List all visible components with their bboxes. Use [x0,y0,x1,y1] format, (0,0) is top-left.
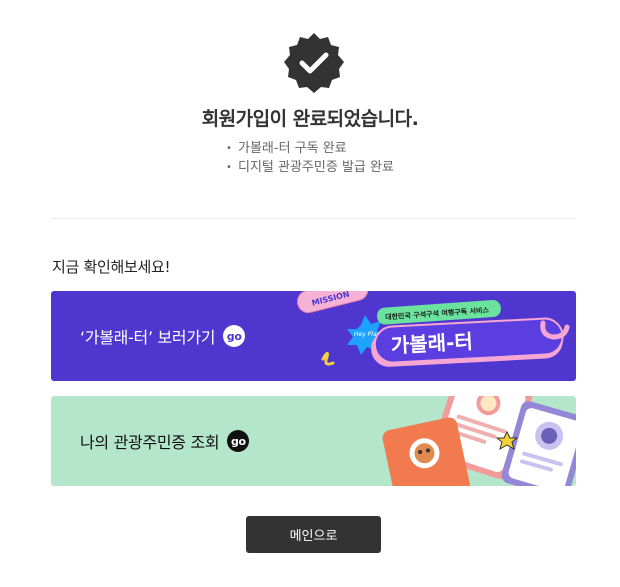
resident-card-banner-label: 나의 관광주민증 조회 [80,433,220,452]
mission-tag: MISSION [296,291,369,314]
brand-text: 가볼래-터 [390,329,473,357]
completion-list: 가볼래-터 구독 완료 디지털 관광주민증 발급 완료 [226,139,394,177]
go-main-button[interactable]: 메인으로 [246,516,381,553]
gabollaeter-banner-label-group: ‘가볼래-터’ 보러가기 go [80,324,246,348]
yellow-squiggle-shape [321,352,335,366]
completion-item-resident-card: 디지털 관광주민증 발급 완료 [226,158,394,177]
go-badge-icon: go [227,430,250,452]
brand-pill: 가볼래-터 [371,317,564,367]
go-badge-icon: go [223,325,246,347]
gabollaeter-banner[interactable]: ‘가볼래-터’ 보러가기 go MISSION Hey Place 대한민국 구… [51,291,576,381]
completion-item-subscribe: 가볼래-터 구독 완료 [226,139,394,158]
resident-card-banner-label-group: 나의 관광주민증 조회 go [80,429,250,453]
verified-check-icon [284,33,344,93]
resident-card-illustration [382,396,576,486]
resident-card-banner[interactable]: 나의 관광주민증 조회 go [51,396,576,486]
divider [51,218,576,219]
gabollaeter-banner-label: ‘가볼래-터’ 보러가기 [80,328,216,347]
signup-complete-title: 회원가입이 완료되었습니다. [201,108,419,130]
check-now-heading: 지금 확인해보세요! [52,258,171,276]
gabollaeter-banner-illustration: MISSION Hey Place 대한민국 구석구석 여행구독 서비스 가볼래… [296,291,570,367]
